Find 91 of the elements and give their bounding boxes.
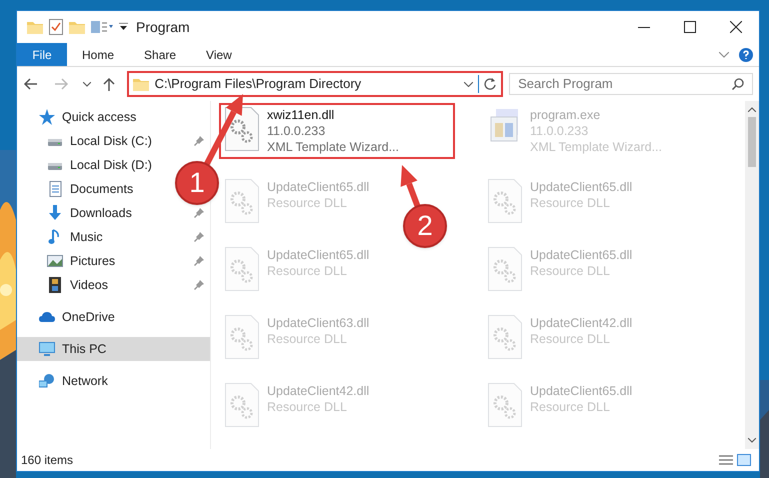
sidebar-item[interactable]: Music — [17, 225, 210, 249]
chevron-down-icon[interactable] — [464, 82, 474, 86]
search-icon — [732, 78, 744, 90]
file-name: UpdateClient42.dll — [267, 383, 370, 399]
file-name: UpdateClient65.dll — [530, 247, 632, 263]
ribbon-tab[interactable]: View — [191, 43, 247, 66]
sidebar-label: Pictures — [70, 252, 116, 270]
file-detail: Resource DLL — [267, 399, 348, 415]
file-name: UpdateClient63.dll — [267, 315, 370, 331]
status-text: 160 items — [21, 452, 74, 469]
details-view-icon[interactable] — [719, 454, 733, 466]
file-name: UpdateClient42.dll — [530, 315, 632, 331]
sidebar-label: Music — [70, 228, 103, 246]
sidebar-item[interactable]: Documents — [17, 177, 140, 201]
gear-file-icon — [488, 247, 522, 291]
refresh-icon[interactable] — [484, 78, 496, 90]
sidebar-item[interactable]: Network — [17, 369, 114, 393]
properties-icon[interactable] — [49, 19, 63, 35]
sidebar-label: Downloads — [70, 204, 132, 222]
gear-file-icon — [225, 315, 259, 359]
scroll-up-icon[interactable] — [748, 107, 756, 112]
file-name: UpdateClient65.dll — [267, 247, 370, 263]
gear-file-icon — [225, 179, 259, 223]
search-input[interactable]: Search Program — [518, 74, 732, 94]
file-detail: XML Template Wizard... — [530, 139, 662, 155]
down-arrow-icon — [47, 205, 63, 221]
network-icon — [39, 373, 55, 389]
dropdown-arrow-icon[interactable] — [119, 23, 128, 31]
file-detail: Resource DLL — [267, 195, 348, 211]
gear-file-icon — [488, 383, 522, 427]
file-detail: 11.0.0.233 — [267, 123, 326, 139]
sidebar-label: This PC — [62, 340, 106, 358]
file-detail: Resource DLL — [530, 331, 611, 347]
help-icon[interactable] — [739, 48, 753, 62]
address-path: C:\Program Files\Program Directory — [154, 75, 362, 94]
sidebar-item[interactable]: Quick access — [17, 105, 142, 129]
ribbon-tab[interactable]: File — [17, 43, 67, 66]
scrollbar-thumb[interactable] — [748, 117, 756, 167]
sidebar-item[interactable]: This PC — [17, 337, 210, 361]
sidebar-label: Network — [62, 372, 108, 390]
sidebar-label: Quick access — [62, 108, 136, 126]
search-field[interactable]: Search Program — [509, 73, 754, 95]
scrollbar[interactable] — [745, 101, 759, 449]
gear-file-icon — [488, 315, 522, 359]
file-detail: Resource DLL — [267, 263, 348, 279]
sidebar-label: Local Disk (C:) — [70, 132, 152, 150]
sidebar-item[interactable]: Local Disk (C:) — [17, 129, 210, 153]
chevron-down-icon[interactable] — [719, 52, 729, 58]
sidebar-item[interactable]: Local Disk (D:) — [17, 153, 158, 177]
file-name: UpdateClient65.dll — [530, 179, 632, 195]
gear-file-icon — [225, 247, 259, 291]
document-icon — [47, 181, 63, 197]
close-icon — [730, 21, 742, 33]
sidebar-label: Local Disk (D:) — [70, 156, 152, 174]
back-arrow-icon[interactable] — [23, 78, 37, 90]
view-options-icon[interactable] — [91, 20, 113, 34]
file-detail: Resource DLL — [530, 263, 611, 279]
film-icon — [47, 277, 63, 293]
file-item[interactable]: xwiz11en.dll 11.0.0.233 XML Template Wizard... — [219, 103, 455, 159]
ribbon-tab[interactable]: Home — [67, 43, 130, 66]
image-icon — [47, 253, 63, 269]
file-detail: Resource DLL — [267, 331, 348, 347]
file-detail: 11.0.0.233 — [530, 123, 590, 139]
gear-file-icon — [225, 383, 259, 427]
cloud-icon — [39, 309, 55, 325]
file-detail: Resource DLL — [530, 399, 611, 415]
sidebar-label: Videos — [70, 276, 108, 294]
file-name: UpdateClient65.dll — [267, 179, 370, 195]
sidebar-label: Documents — [70, 180, 134, 198]
sidebar-item[interactable]: OneDrive — [17, 305, 121, 329]
folder-icon — [132, 77, 149, 91]
chevron-down-icon[interactable] — [82, 82, 91, 86]
file-name: xwiz11en.dll — [267, 107, 336, 123]
file-name: program.exe — [530, 107, 602, 123]
file-name: UpdateClient65.dll — [530, 383, 632, 399]
maximize-icon — [684, 21, 696, 33]
file-detail: Resource DLL — [530, 195, 611, 211]
file-detail: XML Template Wizard... — [267, 139, 399, 155]
computer-icon — [39, 341, 55, 357]
address-bar[interactable]: C:\Program Files\Program Directory — [126, 71, 504, 97]
sidebar-item[interactable]: Pictures — [17, 249, 210, 273]
gear-file-icon — [488, 179, 522, 223]
tiles-view-icon[interactable] — [737, 454, 751, 466]
scroll-down-icon[interactable] — [748, 438, 756, 443]
window-title: Program — [136, 18, 190, 37]
sidebar-item[interactable]: Videos — [17, 273, 210, 297]
ribbon-tab[interactable]: Share — [129, 43, 192, 66]
minimize-icon — [638, 26, 650, 28]
up-arrow-icon[interactable] — [102, 77, 115, 91]
sidebar-label: OneDrive — [62, 308, 115, 326]
star-icon — [39, 109, 55, 125]
